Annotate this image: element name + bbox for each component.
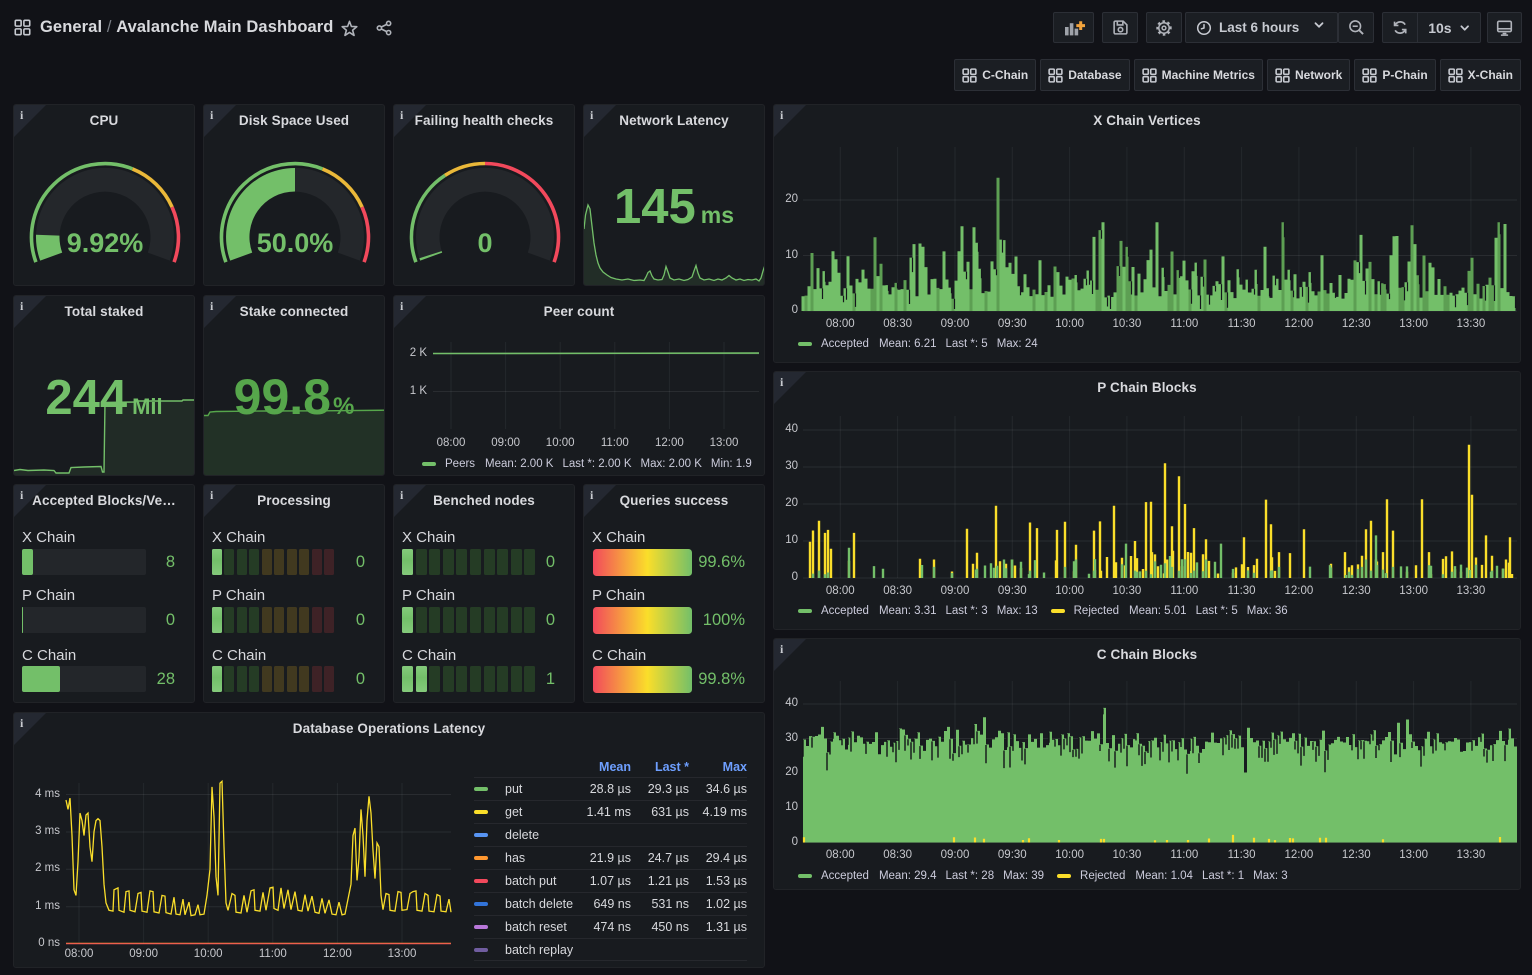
svg-text:50.0%: 50.0% (257, 228, 334, 258)
svg-text:0: 0 (477, 228, 492, 258)
svg-text:9.92%: 9.92% (67, 228, 144, 258)
